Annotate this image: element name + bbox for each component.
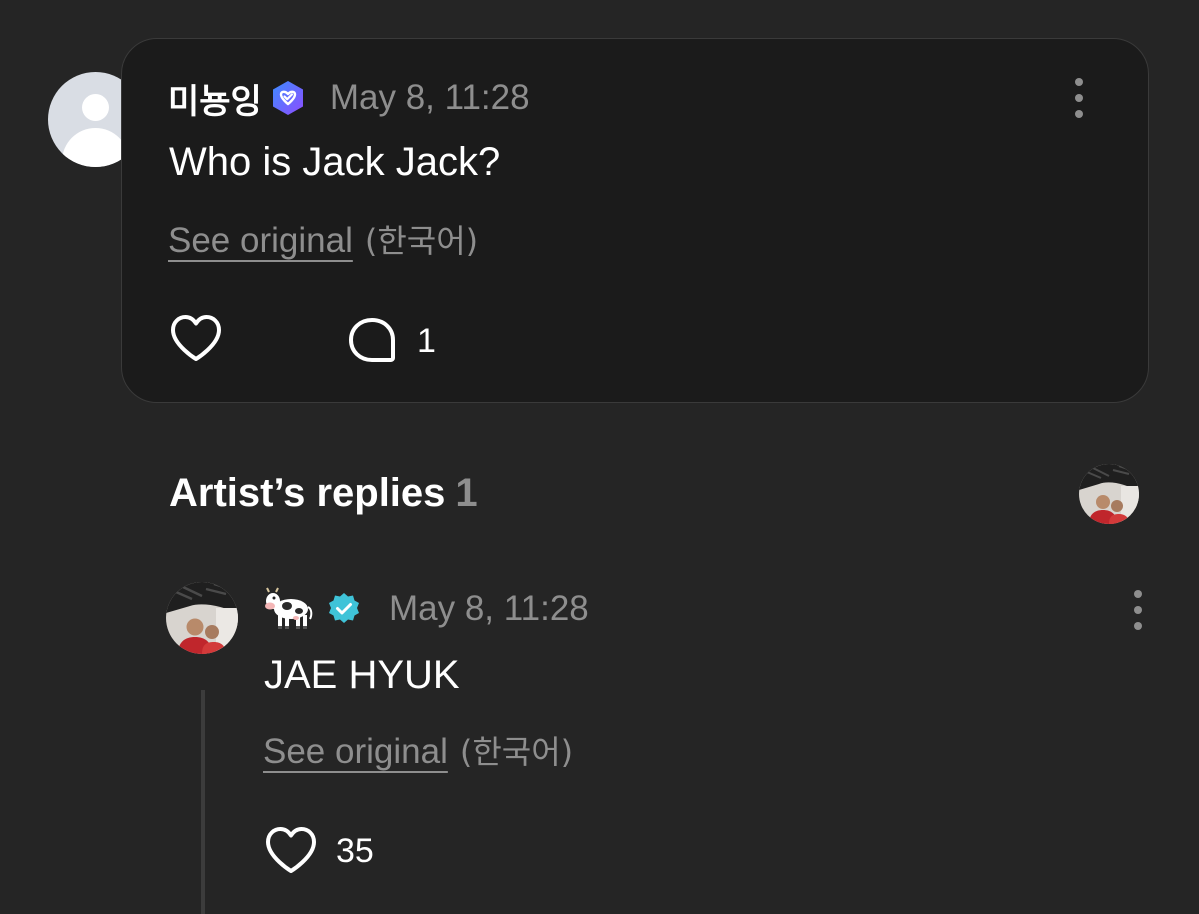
- reply-like-button[interactable]: 35: [264, 826, 374, 876]
- artist-replies-title: Artist’s replies: [169, 471, 446, 515]
- avatar-body-shape: [62, 128, 129, 167]
- avatar-head-shape: [82, 94, 109, 121]
- comment-reply-button[interactable]: 1: [347, 316, 436, 366]
- see-original-link[interactable]: See original: [168, 221, 353, 261]
- verified-badge-icon: [272, 81, 303, 115]
- reply-count: 1: [417, 321, 436, 360]
- reply-translation-row: See original (한국어): [263, 727, 573, 773]
- see-original-link[interactable]: See original: [263, 732, 448, 772]
- verified-badge-icon: [329, 593, 359, 623]
- comment-username[interactable]: 미뇽잉: [168, 74, 262, 123]
- comment-text: Who is Jack Jack?: [169, 140, 501, 184]
- artist-replies-count: 1: [455, 471, 478, 515]
- reply-timestamp: May 8, 11:28: [389, 589, 589, 628]
- artist-avatar[interactable]: [166, 582, 238, 654]
- like-count: 35: [336, 831, 374, 870]
- comment-more-options-icon[interactable]: [1073, 78, 1085, 118]
- comment-translation-row: See original (한국어): [168, 216, 478, 262]
- original-language-label: (한국어): [459, 733, 574, 771]
- comment-bubble-icon: [349, 318, 395, 362]
- reply-text: JAE HYUK: [264, 653, 460, 697]
- heart-icon: [171, 315, 221, 361]
- artist-avatar-small[interactable]: [1079, 464, 1139, 524]
- heart-icon: [266, 827, 316, 873]
- comment-like-button[interactable]: [169, 314, 223, 364]
- reply-header: May 8, 11:28: [263, 585, 589, 633]
- artist-replies-heading: Artist’s replies 1: [169, 471, 478, 516]
- artist-photo: [166, 582, 238, 654]
- original-language-label: (한국어): [364, 222, 479, 260]
- cow-emoji-icon[interactable]: [263, 587, 315, 631]
- comment-header: 미뇽잉 May 8, 11:28: [168, 74, 530, 122]
- reply-thread-line: [201, 690, 205, 914]
- reply-more-options-icon[interactable]: [1132, 590, 1144, 630]
- artist-photo: [1079, 464, 1139, 524]
- comment-thread-page: 미뇽잉 May 8, 11:28 Who is Jack Jack? See o…: [0, 0, 1199, 914]
- comment-timestamp: May 8, 11:28: [329, 78, 530, 117]
